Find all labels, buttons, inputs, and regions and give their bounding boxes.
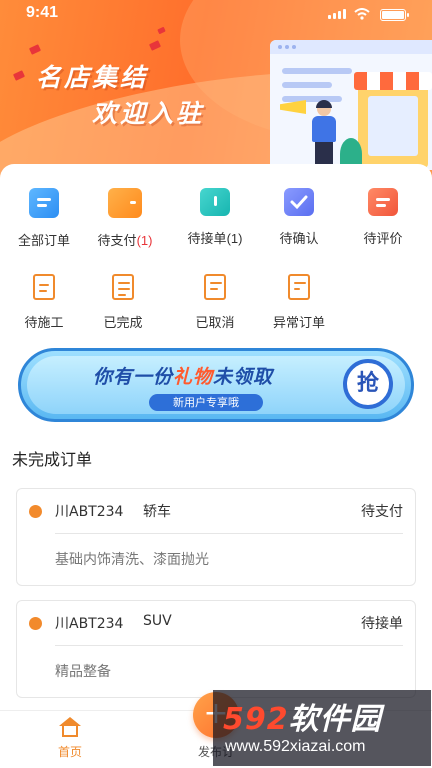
hero-subtitle: 欢迎入驻 <box>92 99 205 128</box>
confetti <box>148 40 162 51</box>
wallet-icon <box>108 188 142 218</box>
order-service: 基础内饰清洗、漆面抛光 <box>55 552 209 568</box>
order-card[interactable]: 川ABT234 SUV 待接单 精品整备 <box>16 600 416 698</box>
menu-all-orders[interactable]: 全部订单 <box>1 188 87 249</box>
main-content: 全部订单 待支付(1) 待接单(1) 待确认 待评价 待施工 已完成 已取消 异… <box>0 164 432 768</box>
menu-pending-accept[interactable]: 待接单(1) <box>172 188 258 247</box>
hero-banner: 名店集结 欢迎入驻 9:41 <box>0 0 432 178</box>
tab-home[interactable]: 首页 <box>30 717 110 760</box>
section-title: 未完成订单 <box>12 450 93 469</box>
order-status: 待接单 <box>361 616 403 632</box>
tab-label: 首页 <box>57 745 82 759</box>
menu-abnormal-orders[interactable]: 异常订单 <box>256 274 342 331</box>
order-card[interactable]: 川ABT234 轿车 待支付 基础内饰清洗、漆面抛光 <box>16 488 416 586</box>
menu-pending-review[interactable]: 待评价 <box>340 188 426 247</box>
divider <box>55 533 403 534</box>
menu-label: 待支付(1) <box>97 233 153 248</box>
status-time: 9:41 <box>26 4 59 21</box>
menu-label: 已完成 <box>103 315 143 330</box>
menu-completed[interactable]: 已完成 <box>80 274 166 331</box>
gift-promo-banner[interactable]: 你有一份礼物未领取 新用户专享哦 抢 <box>18 348 414 422</box>
clipboard-wrench-icon <box>33 274 55 300</box>
menu-label: 全部订单 <box>17 233 70 248</box>
status-dot-icon <box>29 505 42 518</box>
menu-cancelled[interactable]: 已取消 <box>172 274 258 331</box>
check-icon <box>284 188 314 216</box>
order-plate: 川ABT234 <box>55 616 124 632</box>
order-plate: 川ABT234 <box>55 504 124 520</box>
menu-label: 已取消 <box>195 315 235 330</box>
watermark: 592软件园 www.592xiazai.com <box>213 690 431 766</box>
banner-text: 你有一份礼物未领取 <box>93 366 274 388</box>
document-done-icon <box>112 274 134 300</box>
document-alert-icon <box>288 274 310 300</box>
watermark-logo: 592软件园 <box>223 702 382 737</box>
order-car-type: SUV <box>143 613 172 629</box>
signal-icon <box>328 9 346 19</box>
confetti <box>157 26 166 35</box>
shop-stall-illustration <box>354 72 432 168</box>
menu-pending-payment[interactable]: 待支付(1) <box>82 188 168 249</box>
all-orders-icon <box>29 188 59 218</box>
menu-pending-construction[interactable]: 待施工 <box>1 274 87 331</box>
order-service: 精品整备 <box>55 664 111 680</box>
battery-icon <box>380 9 409 21</box>
menu-pending-confirm[interactable]: 待确认 <box>256 188 342 247</box>
divider <box>55 645 403 646</box>
menu-label: 待施工 <box>24 315 64 330</box>
home-icon <box>59 717 81 737</box>
confetti <box>28 44 42 55</box>
person-illustration <box>306 100 342 172</box>
order-status: 待支付 <box>361 504 403 520</box>
banner-pill: 新用户专享哦 <box>149 394 263 411</box>
wifi-icon <box>354 8 370 20</box>
status-bar: 9:41 <box>0 4 432 24</box>
order-car-type: 轿车 <box>143 504 171 520</box>
menu-label: 待评价 <box>363 231 403 246</box>
menu-label: 异常订单 <box>272 315 325 330</box>
grab-button[interactable]: 抢 <box>343 359 393 409</box>
review-icon <box>368 188 398 216</box>
document-cancel-icon <box>204 274 226 300</box>
clock-icon <box>200 188 230 216</box>
hero-title: 名店集结 <box>36 63 149 92</box>
status-dot-icon <box>29 617 42 630</box>
menu-label: 待接单(1) <box>187 231 243 246</box>
menu-label: 待确认 <box>279 231 319 246</box>
confetti <box>12 70 26 81</box>
watermark-url: www.592xiazai.com <box>225 738 366 755</box>
